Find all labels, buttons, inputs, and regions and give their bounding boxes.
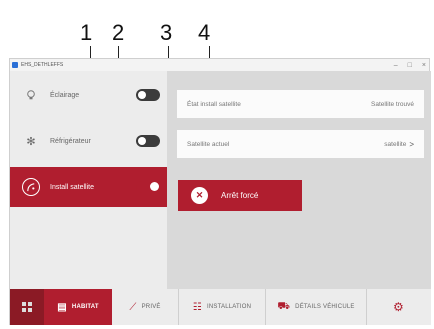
- settings-button[interactable]: ⚙: [367, 289, 430, 325]
- nav-tab-details-vehicule[interactable]: ⛟ DÉTAILS VÉHICULE: [266, 289, 366, 325]
- maximize-button[interactable]: □: [408, 62, 412, 69]
- sidebar: Éclairage ✻ Réfrigérateur Install satell…: [10, 71, 167, 289]
- nav-tab-habitat[interactable]: ▤ HABITAT: [44, 289, 112, 325]
- status-row: État install satellite Satellite trouvé: [177, 90, 424, 118]
- nav-tab-label: DÉTAILS VÉHICULE: [295, 304, 355, 310]
- sidebar-item-label: Install satellite: [50, 183, 94, 191]
- status-value: Satellite trouvé: [371, 100, 414, 108]
- app-window: EHS_DETHLEFFS – □ × Éclairage ✻ Réfrigér…: [9, 58, 431, 325]
- force-stop-label: Arrêt forcé: [221, 191, 259, 200]
- current-satellite-value: satellite: [384, 140, 407, 148]
- nav-tab-label: HABITAT: [71, 304, 99, 310]
- main-panel: État install satellite Satellite trouvé …: [167, 71, 431, 289]
- habitat-icon: ▤: [57, 301, 67, 313]
- nav-tab-prive[interactable]: ⟋ PRIVÉ: [112, 289, 178, 325]
- callout-3: 3: [160, 20, 173, 45]
- satellite-icon: [22, 178, 40, 196]
- nav-tab-label: PRIVÉ: [141, 304, 161, 310]
- close-icon: ✕: [191, 187, 208, 204]
- window-title: EHS_DETHLEFFS: [21, 62, 64, 68]
- close-window-button[interactable]: ×: [422, 62, 426, 69]
- sidebar-item-label: Réfrigérateur: [50, 137, 91, 145]
- nav-tab-label: INSTALLATION: [206, 304, 252, 310]
- sidebar-item-refrigerateur[interactable]: ✻ Réfrigérateur: [10, 121, 167, 161]
- callout-1: 1: [80, 20, 93, 45]
- install-satellite-toggle[interactable]: [136, 181, 160, 193]
- sidebar-item-label: Éclairage: [50, 91, 80, 99]
- force-stop-button[interactable]: ✕ Arrêt forcé: [178, 180, 302, 211]
- title-bar: EHS_DETHLEFFS – □ ×: [10, 59, 429, 71]
- bottom-nav: ▤ HABITAT ⟋ PRIVÉ ☷ INSTALLATION ⛟ DÉTAI…: [10, 289, 431, 325]
- prive-icon: ⟋: [129, 301, 137, 313]
- chevron-right-icon: >: [409, 139, 414, 149]
- nav-tab-installation[interactable]: ☷ INSTALLATION: [179, 289, 265, 325]
- grid-menu-button[interactable]: [10, 289, 44, 325]
- callout-4: 4: [198, 20, 211, 45]
- current-satellite-label: Satellite actuel: [187, 140, 230, 148]
- app-icon: [12, 62, 18, 68]
- lightbulb-icon: [22, 86, 40, 104]
- current-satellite-value-group: satellite >: [384, 140, 414, 149]
- window-controls: – □ ×: [394, 59, 426, 71]
- eclairage-toggle[interactable]: [136, 89, 160, 101]
- minimize-button[interactable]: –: [394, 62, 398, 69]
- refrigerateur-toggle[interactable]: [136, 135, 160, 147]
- vehicle-icon: ⛟: [277, 300, 291, 312]
- callout-2: 2: [112, 20, 125, 45]
- sidebar-item-eclairage[interactable]: Éclairage: [10, 75, 167, 115]
- grid-icon: [22, 302, 32, 312]
- status-label: État install satellite: [187, 100, 241, 108]
- sidebar-item-install-satellite[interactable]: Install satellite: [10, 167, 167, 207]
- current-satellite-row[interactable]: Satellite actuel satellite >: [177, 130, 424, 158]
- snowflake-icon: ✻: [26, 135, 36, 148]
- gear-icon: ⚙: [393, 300, 404, 314]
- installation-icon: ☷: [192, 301, 202, 313]
